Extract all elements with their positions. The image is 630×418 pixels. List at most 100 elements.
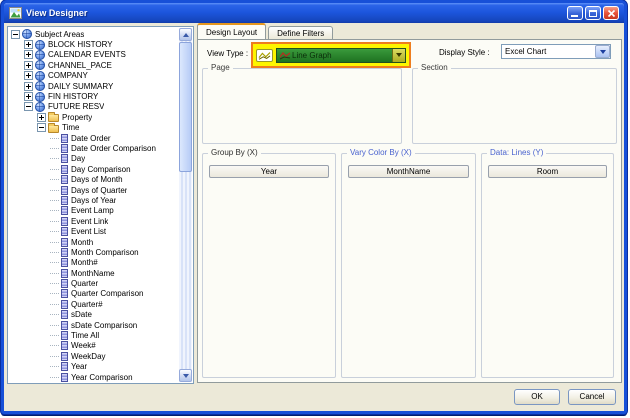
scroll-up-button[interactable] (179, 28, 192, 41)
close-button[interactable] (603, 6, 619, 20)
arrow-down-icon (183, 374, 189, 378)
column-icon (61, 206, 68, 215)
tree-item[interactable]: Month# (9, 258, 179, 268)
tree-item[interactable]: CALENDAR EVENTS (9, 50, 179, 60)
expand-icon[interactable] (24, 92, 33, 101)
field-monthname[interactable]: MonthName (348, 165, 469, 178)
tree-connector (50, 169, 59, 170)
tree-item[interactable]: COMPANY (9, 71, 179, 81)
tree-item[interactable]: MonthName (9, 268, 179, 278)
tree-item[interactable]: Days of Month (9, 174, 179, 184)
tree-item[interactable]: Time (9, 123, 179, 133)
tree-item-label: Day Comparison (71, 165, 131, 174)
view-type-select[interactable]: Line Graph (276, 48, 406, 63)
tree-item[interactable]: FIN HISTORY (9, 91, 179, 101)
tree-item-label: Month Comparison (71, 248, 139, 257)
collapse-icon[interactable] (11, 30, 20, 39)
app-icon (9, 7, 22, 19)
tree-item[interactable]: CHANNEL_PACE (9, 60, 179, 70)
tab-design-layout[interactable]: Design Layout (197, 23, 266, 39)
tree-item[interactable]: Year (9, 362, 179, 372)
tree-item[interactable]: sDate Comparison (9, 320, 179, 330)
column-icon (61, 217, 68, 226)
cancel-button[interactable]: Cancel (568, 389, 616, 405)
tree-item[interactable]: Event Lamp (9, 206, 179, 216)
tree-item[interactable]: Quarter (9, 278, 179, 288)
tab-define-filters[interactable]: Define Filters (268, 26, 333, 39)
column-icon (61, 238, 68, 247)
tree-item[interactable]: Year Comparison (9, 372, 179, 382)
expand-icon[interactable] (24, 71, 33, 80)
tree-item[interactable]: Quarter Comparison (9, 289, 179, 299)
expand-icon[interactable] (24, 82, 33, 91)
display-style-dropdown-button[interactable] (595, 45, 610, 58)
tree-item[interactable]: Week# (9, 341, 179, 351)
expand-icon[interactable] (37, 113, 46, 122)
tree-connector (50, 304, 59, 305)
tree-item[interactable]: Month (9, 237, 179, 247)
tree-connector (50, 179, 59, 180)
group-by-label: Group By (X) (208, 148, 261, 157)
tree-item[interactable]: Date Order (9, 133, 179, 143)
expand-icon[interactable] (24, 40, 33, 49)
tree-connector (50, 293, 59, 294)
collapse-icon[interactable] (37, 123, 46, 132)
field-room[interactable]: Room (488, 165, 607, 178)
group-by-dropzone[interactable]: Group By (X) Year (202, 153, 336, 378)
tree-item-label: Quarter (71, 279, 98, 288)
scroll-down-button[interactable] (179, 369, 192, 382)
tree-item[interactable]: Month Comparison (9, 247, 179, 257)
collapse-icon[interactable] (24, 102, 33, 111)
tree-item[interactable]: sDate (9, 310, 179, 320)
tree-item-label: Time (62, 123, 79, 132)
tree-item-label: FIN HISTORY (48, 92, 98, 101)
chevron-down-icon (396, 53, 402, 57)
subject-areas-tree: Subject AreasBLOCK HISTORYCALENDAR EVENT… (9, 28, 179, 382)
tree-item-label: Time All (71, 331, 99, 340)
tree-item[interactable]: Property (9, 112, 179, 122)
tree-item[interactable]: WeekDay (9, 351, 179, 361)
ok-button[interactable]: OK (514, 389, 560, 405)
tree-item[interactable]: Event List (9, 226, 179, 236)
tree-item[interactable]: Days of Year (9, 195, 179, 205)
page-dropzone[interactable]: Page (202, 68, 402, 144)
section-dropzone[interactable]: Section (412, 68, 617, 144)
titlebar[interactable]: View Designer (4, 3, 624, 23)
tree-item-label: Month (71, 238, 93, 247)
tree-item[interactable]: Days of Quarter (9, 185, 179, 195)
expand-icon[interactable] (24, 61, 33, 70)
tree-item[interactable]: Event Link (9, 216, 179, 226)
tree-item[interactable]: Date Order Comparison (9, 143, 179, 153)
view-type-dropdown-button[interactable] (392, 49, 405, 62)
line-graph-mini-icon (279, 51, 291, 60)
tree-item[interactable]: Quarter# (9, 299, 179, 309)
tree-item[interactable]: Time All (9, 330, 179, 340)
tree-connector (50, 356, 59, 357)
tree-item-label: Year Comparison (71, 373, 133, 382)
maximize-button[interactable] (585, 6, 601, 20)
data-lines-dropzone[interactable]: Data: Lines (Y) Room (481, 153, 614, 378)
column-icon (61, 175, 68, 184)
tree-item-label: sDate (71, 310, 92, 319)
tree-connector (50, 335, 59, 336)
tree-item[interactable]: Day Comparison (9, 164, 179, 174)
tree-item-label: Date Order Comparison (71, 144, 156, 153)
tree-item[interactable]: BLOCK HISTORY (9, 39, 179, 49)
tree-item[interactable]: Day (9, 154, 179, 164)
expand-icon[interactable] (24, 50, 33, 59)
tree-item[interactable]: Subject Areas (9, 29, 179, 39)
column-icon (61, 269, 68, 278)
display-style-select[interactable]: Excel Chart (501, 44, 611, 59)
scrollbar-thumb[interactable] (179, 42, 192, 172)
field-year[interactable]: Year (209, 165, 329, 178)
column-icon (61, 300, 68, 309)
tree-connector (50, 231, 59, 232)
vary-color-dropzone[interactable]: Vary Color By (X) MonthName (341, 153, 476, 378)
data-lines-label: Data: Lines (Y) (487, 148, 546, 157)
tree-scrollbar[interactable] (179, 28, 192, 382)
tree-item[interactable]: DAILY SUMMARY (9, 81, 179, 91)
tree-item-label: COMPANY (48, 71, 88, 80)
column-icon (61, 227, 68, 236)
minimize-button[interactable] (567, 6, 583, 20)
tree-item[interactable]: FUTURE RESV (9, 102, 179, 112)
